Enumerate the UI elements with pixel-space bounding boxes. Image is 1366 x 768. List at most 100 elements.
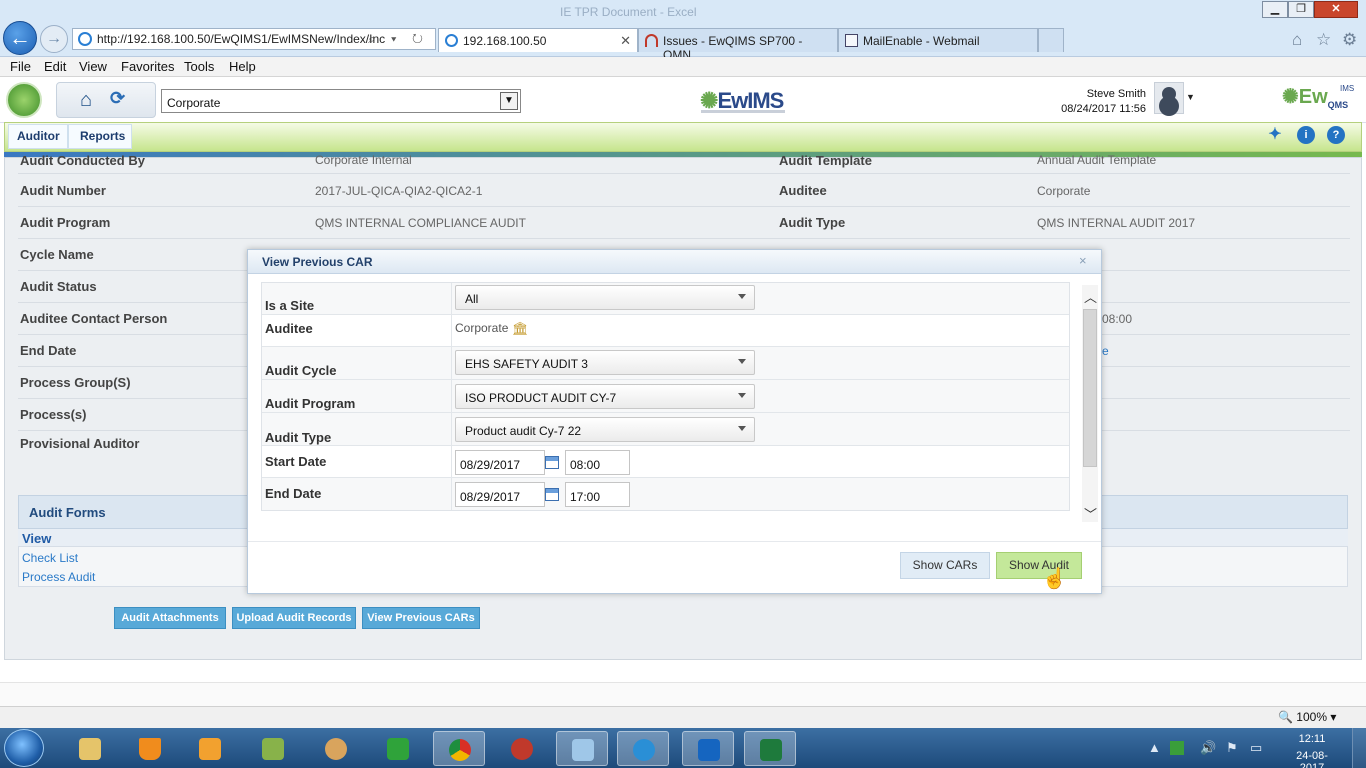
volume-icon[interactable]: 🔊: [1200, 740, 1216, 756]
menu-favorites[interactable]: Favorites: [121, 59, 174, 74]
audit-forms-view-header: View: [22, 531, 52, 546]
help-icon[interactable]: ?: [1327, 126, 1345, 144]
favorites-star-icon[interactable]: ☆: [1316, 30, 1331, 50]
scissors-icon: [511, 738, 533, 760]
menu-help[interactable]: Help: [229, 59, 256, 74]
folder-icon: [79, 738, 101, 760]
outlook-icon: [698, 739, 720, 761]
app-logo-icon[interactable]: [6, 82, 42, 118]
taskbar-paint[interactable]: [310, 731, 362, 766]
browser-tab-issues[interactable]: Issues - EwQIMS SP700 - OMN...: [638, 28, 838, 62]
taskbar-media-player[interactable]: [184, 731, 236, 766]
settings-gear-icon[interactable]: ⚙: [1342, 30, 1357, 50]
browser-tab-active[interactable]: 192.168.100.50 ✕: [438, 28, 638, 52]
address-bar[interactable]: http://192.168.100.50/EwQIMS1/EwIMSNew/I…: [72, 28, 436, 50]
detail-value: 2017-JUL-QICA-QIA2-QICA2-1: [315, 184, 483, 198]
taskbar-snipping-tool[interactable]: [496, 731, 548, 766]
start-date-input[interactable]: 08/29/2017: [455, 450, 545, 475]
taskbar-vlc[interactable]: [124, 731, 176, 766]
process-audit-link[interactable]: Process Audit: [22, 570, 95, 584]
pin-icon[interactable]: ✦: [1266, 126, 1284, 144]
network-flag-icon[interactable]: ⚑: [1226, 740, 1238, 756]
nav-auditor-label[interactable]: Auditor: [17, 129, 60, 143]
start-date-label: Start Date: [265, 454, 327, 469]
menu-file[interactable]: File: [10, 59, 31, 74]
is-site-label: Is a Site: [265, 298, 315, 313]
taskbar-notes[interactable]: [556, 731, 608, 766]
nav-reports-label[interactable]: Reports: [80, 129, 125, 143]
new-tab-button[interactable]: [1038, 28, 1064, 52]
detail-link-right[interactable]: e: [1102, 344, 1109, 358]
detail-label-right: Audit Type: [779, 215, 846, 230]
close-icon[interactable]: ×: [1079, 253, 1087, 268]
address-controls[interactable]: ⌕ ▾ ↻: [368, 31, 429, 47]
taskbar-task-manager[interactable]: [247, 731, 299, 766]
audit-type-select[interactable]: Product audit Cy-7 22: [455, 417, 755, 442]
zoom-icon: 🔍: [1278, 710, 1293, 724]
taskbar-chrome[interactable]: [433, 731, 485, 766]
start-button[interactable]: [4, 729, 44, 767]
organization-select[interactable]: Corporate ▼: [161, 89, 521, 113]
ie-page-icon: [78, 32, 92, 46]
taskbar-excel[interactable]: [744, 731, 796, 766]
audit-cycle-select[interactable]: EHS SAFETY AUDIT 3: [455, 350, 755, 375]
dialog-scrollbar-thumb[interactable]: [1083, 309, 1097, 467]
caret-down-icon: [738, 359, 746, 364]
hand-cursor-icon: ☝: [1042, 568, 1067, 590]
menu-view[interactable]: View: [79, 59, 107, 74]
clock-time[interactable]: 12:11: [1286, 733, 1338, 745]
monitor-icon[interactable]: ▭: [1250, 740, 1262, 756]
taskbar-explorer[interactable]: [64, 731, 116, 766]
scroll-up-icon[interactable]: ︿: [1084, 287, 1097, 306]
form-row: [262, 446, 1069, 478]
forward-arrow-icon: →: [46, 30, 62, 47]
tray-greenshot-icon[interactable]: [1170, 741, 1184, 755]
forward-button[interactable]: →: [40, 25, 68, 53]
organization-select-value: Corporate: [167, 96, 221, 110]
view-previous-cars-button[interactable]: View Previous CARs: [362, 607, 480, 629]
end-time-input[interactable]: 17:00: [565, 482, 630, 507]
info-icon[interactable]: i: [1297, 126, 1315, 144]
taskbar-outlook[interactable]: [682, 731, 734, 766]
dialog-header: [248, 250, 1101, 274]
upload-audit-records-button[interactable]: Upload Audit Records: [232, 607, 356, 629]
show-cars-button[interactable]: Show CARs: [900, 552, 990, 579]
show-desktop-button[interactable]: [1352, 728, 1366, 768]
refresh-icon[interactable]: ⟳: [110, 88, 125, 109]
tab-close-icon[interactable]: ✕: [620, 33, 631, 49]
is-site-select[interactable]: All: [455, 285, 755, 310]
calendar-icon[interactable]: [545, 488, 559, 501]
audit-program-select[interactable]: ISO PRODUCT AUDIT CY-7: [455, 384, 755, 409]
vlc-cone-icon: [139, 738, 161, 760]
home-icon[interactable]: ⌂: [80, 89, 92, 112]
avatar[interactable]: [1154, 82, 1184, 114]
show-audit-button[interactable]: Show Audit: [996, 552, 1082, 579]
user-login-time: 08/24/2017 11:56: [1061, 103, 1146, 115]
menu-tools[interactable]: Tools: [184, 59, 214, 74]
detail-value-right: QMS INTERNAL AUDIT 2017: [1037, 216, 1196, 230]
back-button[interactable]: ←: [3, 21, 37, 55]
tray-expand-icon[interactable]: ▲: [1148, 740, 1161, 755]
detail-label: Process(s): [20, 407, 87, 422]
maximize-button[interactable]: ❐: [1288, 1, 1314, 18]
browser-tab-mail[interactable]: MailEnable - Webmail: [838, 28, 1038, 52]
detail-value-right: Annual Audit Template: [1037, 153, 1157, 167]
home-browser-icon[interactable]: ⌂: [1292, 30, 1302, 50]
detail-label: Process Group(S): [20, 375, 131, 390]
taskbar-internet-explorer[interactable]: [617, 731, 669, 766]
building-icon[interactable]: 🏛: [512, 321, 529, 337]
end-date-input[interactable]: 08/29/2017: [455, 482, 545, 507]
minimize-button[interactable]: ▁: [1262, 1, 1288, 18]
caret-down-icon: [738, 294, 746, 299]
user-menu-chevron-icon[interactable]: ▼: [1186, 92, 1195, 102]
scroll-down-icon[interactable]: ﹀: [1084, 504, 1097, 523]
start-time-input[interactable]: 08:00: [565, 450, 630, 475]
audit-attachments-button[interactable]: Audit Attachments: [114, 607, 226, 629]
calendar-icon[interactable]: [545, 456, 559, 469]
menu-edit[interactable]: Edit: [44, 59, 66, 74]
zoom-level[interactable]: 🔍 100% ▾: [1278, 710, 1336, 724]
check-list-link[interactable]: Check List: [22, 551, 78, 565]
close-window-button[interactable]: ✕: [1314, 1, 1358, 18]
taskbar-greenshot[interactable]: [372, 731, 424, 766]
clock-date[interactable]: 24-08-2017: [1286, 750, 1338, 768]
